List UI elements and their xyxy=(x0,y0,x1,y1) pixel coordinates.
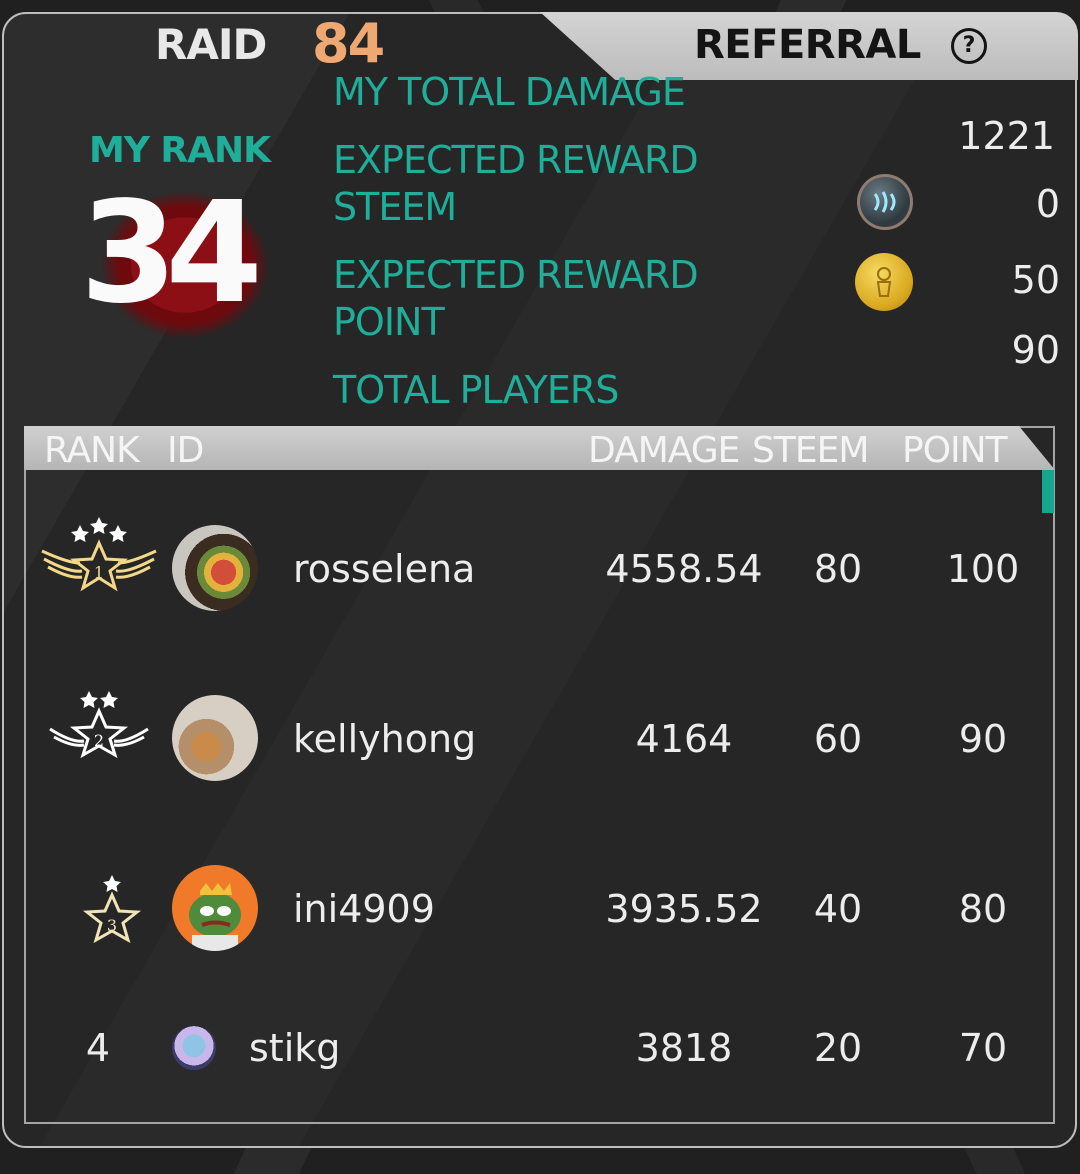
username[interactable]: rosselena xyxy=(293,547,475,591)
gold-winged-star-badge-icon: 1 xyxy=(40,513,158,623)
point-coin-icon xyxy=(855,253,913,311)
total-damage-label: MY TOTAL DAMAGE xyxy=(333,70,686,114)
damage-cell: 3935.52 xyxy=(605,887,763,931)
expected-point-label-line2: POINT xyxy=(333,300,445,344)
avatar[interactable] xyxy=(172,525,258,611)
silver-winged-star-badge-icon: 2 xyxy=(40,685,158,795)
table-row[interactable]: 2 kellyhong 4164 60 90 xyxy=(26,653,1053,823)
help-icon[interactable]: ? xyxy=(951,28,987,64)
table-row[interactable]: 3 ini4909 3935.52 40 80 xyxy=(26,823,1053,993)
username[interactable]: kellyhong xyxy=(293,717,476,761)
header-id: ID xyxy=(167,430,204,471)
steem-coin-icon xyxy=(857,174,913,230)
raid-number: 84 xyxy=(312,12,385,75)
username[interactable]: stikg xyxy=(249,1026,340,1070)
point-cell: 90 xyxy=(958,717,1008,761)
total-players-value: 90 xyxy=(1011,328,1060,372)
point-cell: 70 xyxy=(958,1026,1008,1070)
point-cell: 100 xyxy=(946,547,1020,591)
header-point: POINT xyxy=(902,430,1008,471)
expected-steem-label-line2: STEEM xyxy=(333,185,457,229)
raid-label: RAID xyxy=(155,20,267,69)
total-players-label: TOTAL PLAYERS xyxy=(333,368,619,412)
my-rank-label: MY RANK xyxy=(89,130,271,171)
avatar[interactable] xyxy=(172,1026,216,1070)
bronze-star-badge-icon: 3 xyxy=(40,867,158,977)
svg-text:3: 3 xyxy=(107,916,117,935)
steem-cell: 20 xyxy=(813,1026,863,1070)
point-cell: 80 xyxy=(958,887,1008,931)
table-row[interactable]: 4 stikg 3818 20 70 xyxy=(26,993,1053,1103)
steem-cell: 80 xyxy=(813,547,863,591)
avatar[interactable] xyxy=(172,865,258,951)
steem-cell: 40 xyxy=(813,887,863,931)
avatar[interactable] xyxy=(172,695,258,781)
expected-point-label-line1: EXPECTED REWARD xyxy=(333,253,699,297)
table-row[interactable]: 1 rosselena 4558.54 80 100 xyxy=(26,483,1053,653)
referral-label[interactable]: REFERRAL xyxy=(694,22,921,68)
svg-text:1: 1 xyxy=(94,563,104,582)
header-rank: RANK xyxy=(44,430,140,471)
header-damage: DAMAGE xyxy=(588,430,740,471)
header-steem: STEEM xyxy=(752,430,869,471)
my-rank-value: 34 xyxy=(80,172,263,335)
total-damage-value: 1221 xyxy=(958,114,1055,158)
expected-steem-value: 0 xyxy=(1035,182,1060,226)
damage-cell: 3818 xyxy=(635,1026,733,1070)
damage-cell: 4164 xyxy=(635,717,733,761)
expected-steem-label-line1: EXPECTED REWARD xyxy=(333,138,699,182)
svg-text:2: 2 xyxy=(94,731,104,750)
damage-cell: 4558.54 xyxy=(605,547,763,591)
expected-point-value: 50 xyxy=(1011,258,1060,302)
my-rank-display: 34 xyxy=(80,172,280,340)
rank-cell: 4 xyxy=(85,1026,111,1070)
steem-cell: 60 xyxy=(813,717,863,761)
username[interactable]: ini4909 xyxy=(293,887,435,931)
